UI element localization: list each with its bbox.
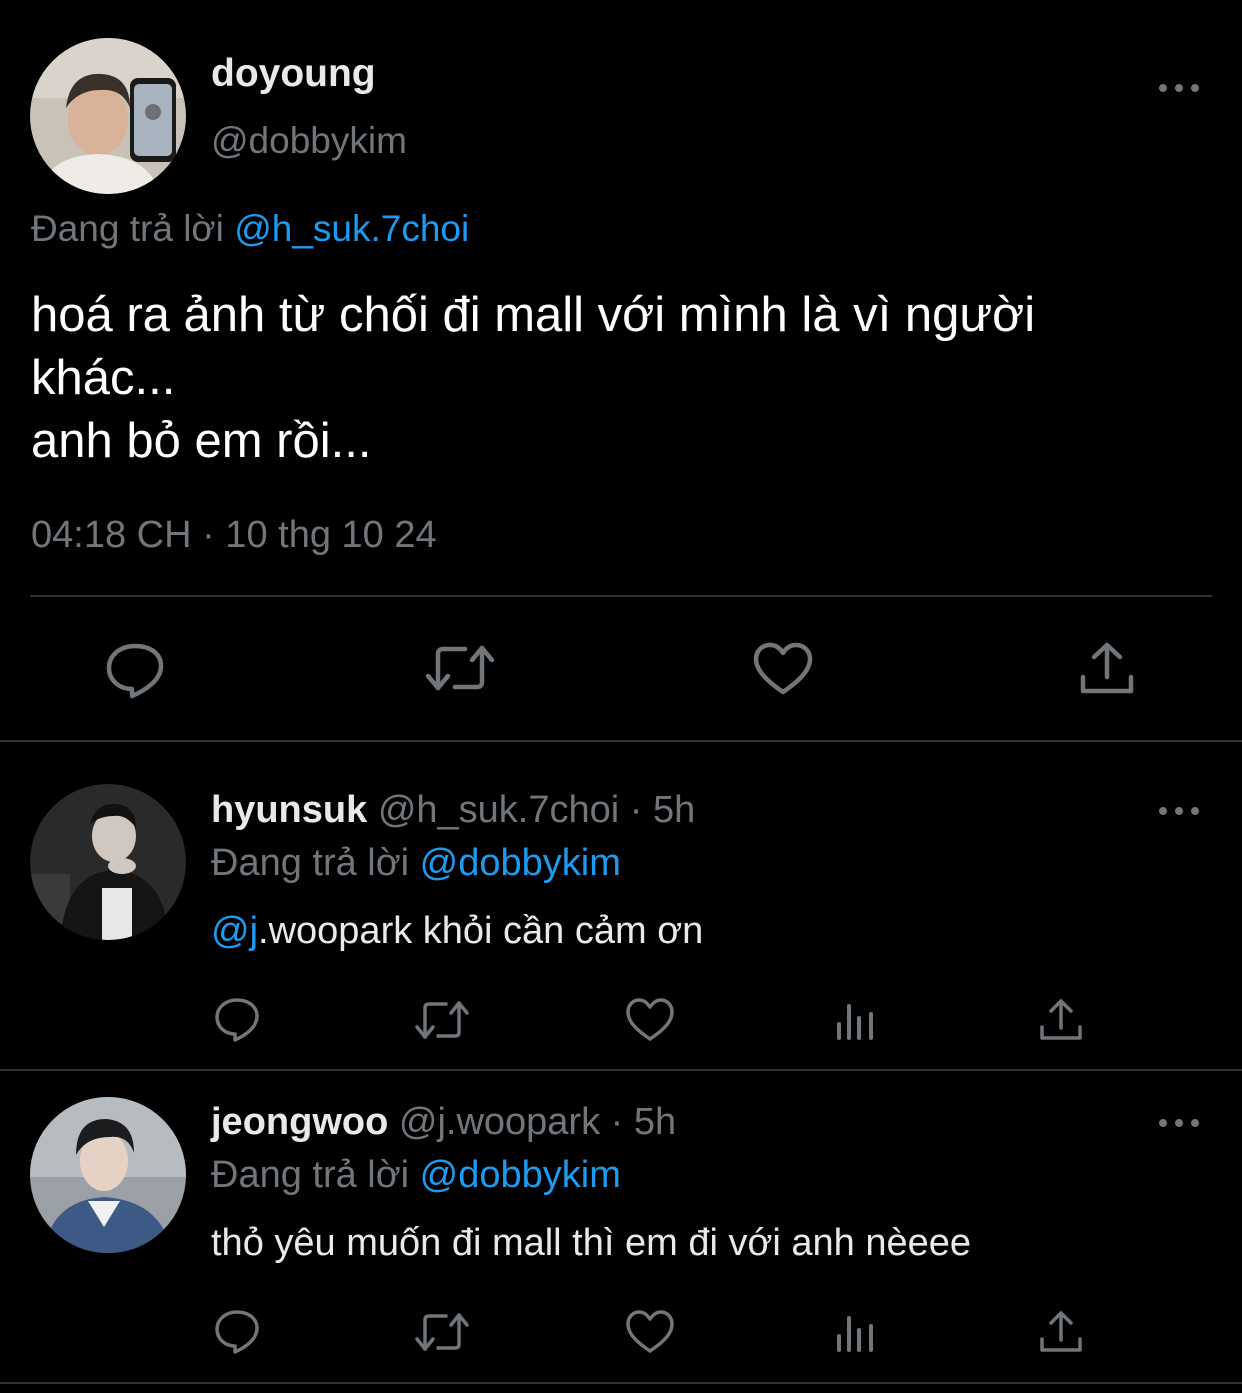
reply-header: jeongwoo @j.woopark · 5h [211, 1101, 676, 1144]
reply-header: hyunsuk @h_suk.7choi · 5h [211, 789, 695, 832]
timestamp[interactable]: 04:18 CH · 10 thg 10 24 [31, 514, 437, 557]
reply-time[interactable]: · 5h [611, 1101, 676, 1143]
tweet-text-line: anh bỏ em rồi... [31, 414, 372, 468]
heart-icon[interactable] [626, 1310, 674, 1354]
reply-prefix: Đang trả lời [211, 1154, 410, 1196]
divider [30, 595, 1212, 597]
reply-prefix: Đang trả lời [211, 842, 410, 884]
replying-to: Đang trả lời @dobbykim [211, 1154, 621, 1197]
handle[interactable]: @h_suk.7choi [378, 789, 619, 831]
handle[interactable]: @dobbykim [211, 120, 407, 162]
avatar-doyoung[interactable] [30, 38, 186, 194]
reply-text: @j.woopark khỏi cần cảm ơn [211, 910, 703, 953]
mention-link[interactable]: @j [211, 910, 258, 952]
retweet-icon[interactable] [425, 642, 495, 694]
reply-to-link[interactable]: @dobbykim [420, 1154, 621, 1196]
tweet-text: hoá ra ảnh từ chối đi mall với mình là v… [31, 284, 1035, 473]
reply-icon[interactable] [214, 1309, 260, 1355]
reply-text: thỏ yêu muốn đi mall thì em đi với anh n… [211, 1222, 972, 1264]
display-name[interactable]: hyunsuk [211, 789, 367, 831]
retweet-icon[interactable] [414, 998, 470, 1042]
heart-icon[interactable] [753, 642, 813, 696]
tweet-text-line: khác... [31, 351, 176, 405]
views-icon[interactable] [835, 1000, 877, 1042]
divider [0, 740, 1242, 742]
display-name[interactable]: jeongwoo [211, 1101, 388, 1143]
reply-to-link[interactable]: @dobbykim [420, 842, 621, 884]
display-name[interactable]: doyoung [211, 52, 376, 96]
tweet-text-line: hoá ra ảnh từ chối đi mall với mình là v… [31, 288, 1036, 342]
handle[interactable]: @j.woopark [399, 1101, 600, 1143]
more-icon[interactable] [1159, 1116, 1199, 1130]
views-icon[interactable] [835, 1312, 877, 1354]
avatar-hyunsuk[interactable] [30, 784, 186, 940]
reply-text-body: .woopark khỏi cần cảm ơn [258, 910, 704, 952]
reply-icon[interactable] [105, 641, 165, 699]
more-icon[interactable] [1159, 81, 1199, 95]
share-icon[interactable] [1039, 998, 1083, 1042]
heart-icon[interactable] [626, 998, 674, 1042]
share-icon[interactable] [1039, 1310, 1083, 1354]
more-icon[interactable] [1159, 804, 1199, 818]
reply-prefix: Đang trả lời [31, 208, 224, 249]
share-icon[interactable] [1079, 641, 1135, 695]
replying-to: Đang trả lời @h_suk.7choi [31, 208, 469, 250]
reply-time[interactable]: · 5h [630, 789, 695, 831]
reply-icon[interactable] [214, 997, 260, 1043]
divider [0, 1069, 1242, 1071]
avatar-jeongwoo[interactable] [30, 1097, 186, 1253]
retweet-icon[interactable] [414, 1310, 470, 1354]
divider [0, 1382, 1242, 1384]
reply-to-link[interactable]: @h_suk.7choi [234, 208, 469, 249]
replying-to: Đang trả lời @dobbykim [211, 842, 621, 885]
